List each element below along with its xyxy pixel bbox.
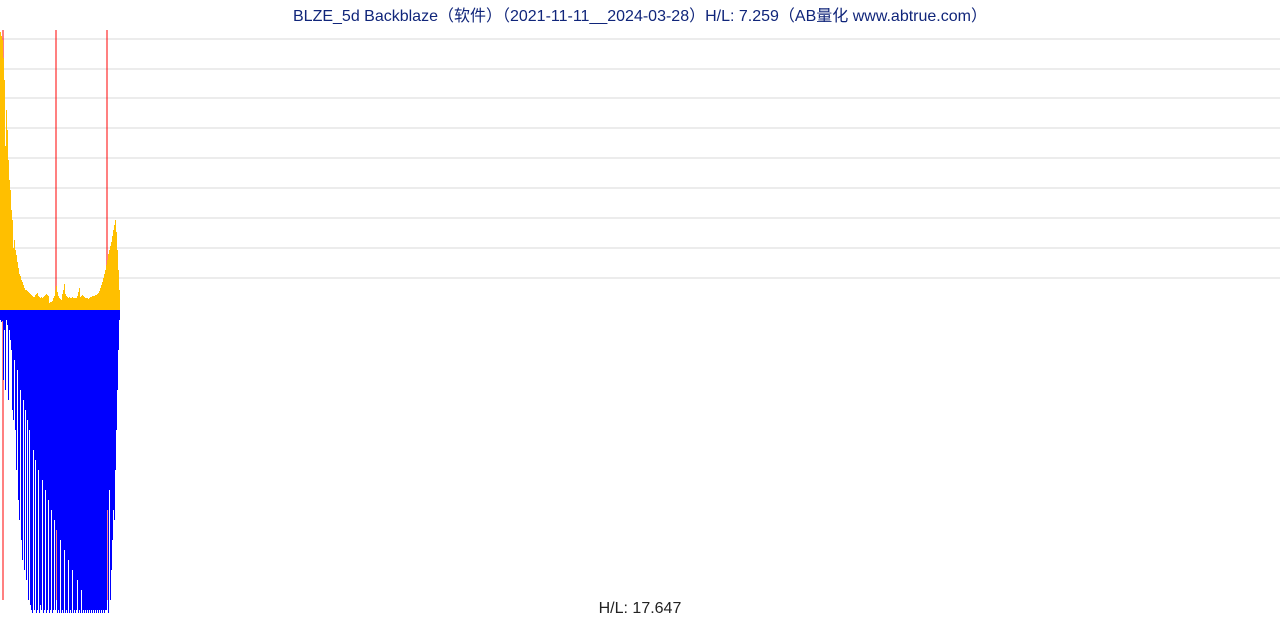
chart-title: BLZE_5d Backblaze（软件）（2021-11-11__2024-0… [0,2,1280,26]
chart-footer: H/L: 17.647 [0,600,1280,618]
price-chart [0,0,1280,620]
